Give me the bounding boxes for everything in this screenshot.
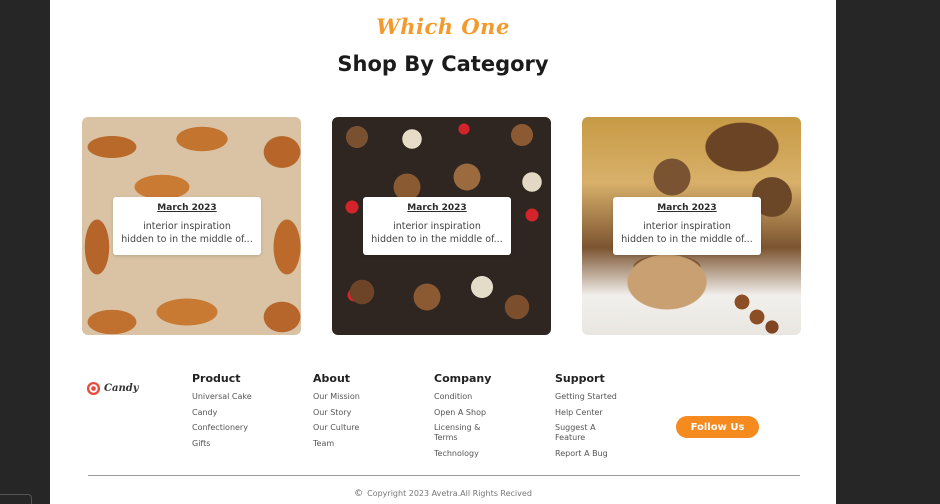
card-desc-line1: interior inspiration [393, 221, 481, 232]
card-description: interior inspiration hidden to in the mi… [613, 220, 761, 246]
card-desc-line1: interior inspiration [143, 221, 231, 232]
footer-link[interactable]: Technology [434, 449, 544, 459]
section-title: Shop By Category [337, 52, 549, 76]
footer-link[interactable]: Help Center [555, 408, 665, 418]
category-card-cupcakes[interactable]: March 2023 interior inspiration hidden t… [332, 117, 551, 335]
footer-link[interactable]: Our Mission [313, 392, 423, 402]
footer-link[interactable]: Report A Bug [555, 449, 665, 459]
footer-link-line: Licensing & [434, 423, 481, 432]
footer-column-title: Product [192, 372, 241, 385]
footer-link[interactable]: Gifts [192, 439, 302, 449]
footer-link[interactable]: Our Culture [313, 423, 423, 433]
footer-link[interactable]: Open A Shop [434, 408, 544, 418]
footer-column-title: Support [555, 372, 605, 385]
category-card-chocolate-cupcake[interactable]: March 2023 interior inspiration hidden t… [582, 117, 801, 335]
footer-link[interactable]: Team [313, 439, 423, 449]
card-date[interactable]: March 2023 [113, 203, 261, 213]
card-label: March 2023 interior inspiration hidden t… [363, 197, 511, 255]
footer-link[interactable]: Universal Cake [192, 392, 302, 402]
copyright: © Copyright 2023 Avetra.All Rights Recive… [50, 489, 836, 499]
card-date[interactable]: March 2023 [363, 203, 511, 213]
logo-text: Candy [104, 382, 139, 394]
card-desc-line2: hidden to in the middle of... [371, 234, 503, 245]
footer-link[interactable]: Candy [192, 408, 302, 418]
copyright-icon: © [354, 489, 364, 499]
footer-link[interactable]: Suggest A Feature [555, 423, 665, 443]
footer-column-product: Product Universal Cake Candy Confectione… [192, 372, 302, 454]
card-date[interactable]: March 2023 [613, 203, 761, 213]
card-desc-line2: hidden to in the middle of... [121, 234, 253, 245]
footer-link[interactable]: Condition [434, 392, 544, 402]
candy-logo-icon [86, 381, 101, 395]
footer-column-company: Company Condition Open A Shop Licensing … [434, 372, 544, 464]
card-desc-line2: hidden to in the middle of... [621, 234, 753, 245]
footer-column-title: Company [434, 372, 492, 385]
window-corner-handle [0, 494, 32, 504]
category-card-croissants[interactable]: March 2023 interior inspiration hidden t… [82, 117, 301, 335]
card-label: March 2023 interior inspiration hidden t… [113, 197, 261, 255]
card-description: interior inspiration hidden to in the mi… [363, 220, 511, 246]
footer-logo[interactable]: Candy [86, 378, 139, 398]
card-description: interior inspiration hidden to in the mi… [113, 220, 261, 246]
footer-link[interactable]: Our Story [313, 408, 423, 418]
footer-link-line: Suggest A [555, 423, 596, 432]
card-label: March 2023 interior inspiration hidden t… [613, 197, 761, 255]
footer-column-title: About [313, 372, 351, 385]
footer-column-support: Support Getting Started Help Center Sugg… [555, 372, 665, 464]
footer-link[interactable]: Confectionery [192, 423, 302, 433]
copyright-text: Copyright 2023 Avetra.All Rights Recived [367, 489, 532, 498]
footer-divider [88, 475, 800, 476]
footer-link[interactable]: Licensing & Terms [434, 423, 544, 443]
page: Which One Shop By Category March 2023 in… [50, 0, 836, 504]
footer-link-line: Feature [555, 433, 586, 442]
section-eyebrow: Which One [376, 14, 510, 39]
footer-column-about: About Our Mission Our Story Our Culture … [313, 372, 423, 454]
footer-link-line: Terms [434, 433, 458, 442]
footer-link[interactable]: Getting Started [555, 392, 665, 402]
follow-us-button[interactable]: Follow Us [676, 416, 759, 438]
card-desc-line1: interior inspiration [643, 221, 731, 232]
